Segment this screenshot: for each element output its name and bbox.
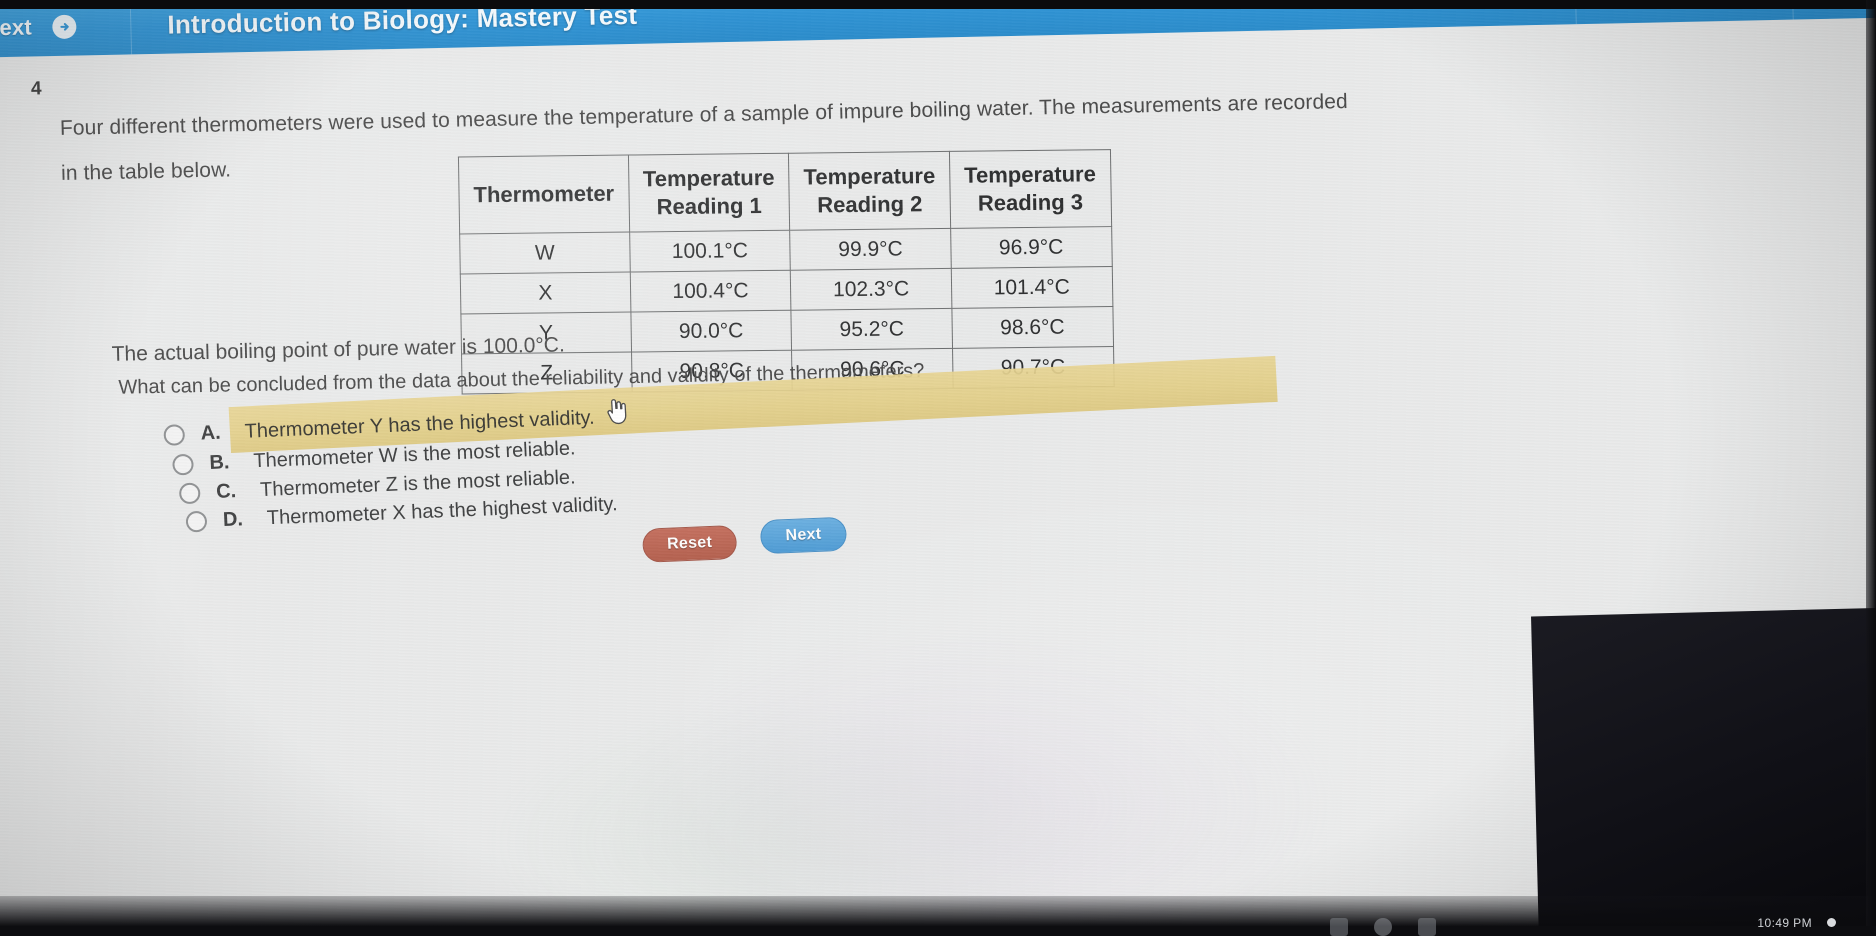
option-letter-d: D.: [222, 508, 244, 532]
radio-button-b[interactable]: [172, 453, 194, 476]
taskbar-tray-dot-icon: [1827, 918, 1836, 927]
taskbar-app-icon[interactable]: [1418, 918, 1436, 936]
option-letter-c: C.: [215, 480, 237, 503]
measurements-table-wrapper: Thermometer Temperature Reading 1 Temper…: [457, 149, 1115, 395]
taskbar-app-icon[interactable]: [1330, 918, 1348, 936]
column-header-reading-1: Temperature Reading 1: [628, 153, 790, 233]
radio-button-c[interactable]: [178, 482, 201, 505]
cell-reading-1: 100.4°C: [629, 270, 792, 313]
cell-reading-2: 102.3°C: [790, 268, 952, 311]
next-nav-label: Next: [0, 14, 33, 41]
cell-thermometer: X: [460, 272, 631, 314]
table-header-row: Thermometer Temperature Reading 1 Temper…: [458, 149, 1112, 234]
cell-reading-3: 96.9°C: [950, 226, 1112, 269]
cell-thermometer: W: [459, 232, 630, 274]
question-number: 4: [30, 78, 42, 100]
cell-reading-1: 90.0°C: [630, 310, 792, 353]
next-button[interactable]: Next: [759, 516, 848, 555]
taskbar-app-icon[interactable]: [1374, 918, 1392, 936]
dark-background-corner: [1531, 607, 1876, 936]
radio-button-d[interactable]: [185, 510, 208, 533]
taskbar-icons: [1330, 918, 1436, 936]
column-header-thermometer: Thermometer: [458, 155, 630, 234]
cell-reading-2: 95.2°C: [791, 308, 953, 351]
cell-reading-2: 99.9°C: [789, 228, 952, 271]
option-letter-b: B.: [208, 451, 230, 475]
column-header-reading-2: Temperature Reading 2: [788, 151, 951, 231]
column-header-reading-3: Temperature Reading 3: [949, 149, 1112, 229]
option-letter-a: A.: [200, 421, 222, 445]
pointing-hand-cursor-icon: [602, 396, 630, 427]
radio-button-a[interactable]: [163, 424, 186, 446]
measurements-table: Thermometer Temperature Reading 1 Temper…: [457, 149, 1115, 395]
cell-reading-3: 101.4°C: [951, 266, 1113, 309]
screen-bezel-top: [0, 0, 1876, 9]
reset-button[interactable]: Reset: [641, 524, 738, 563]
cell-reading-1: 100.1°C: [629, 230, 791, 273]
screen-bezel-bottom: [0, 926, 1876, 936]
cell-reading-3: 98.6°C: [951, 306, 1114, 349]
arrow-right-circle-icon: [51, 14, 77, 40]
taskbar-clock: 10:49 PM: [1757, 916, 1812, 930]
screen-bezel-right: [1866, 0, 1876, 936]
photographed-screen: Next Introduction to Biology: Mastery Te…: [0, 0, 1876, 936]
